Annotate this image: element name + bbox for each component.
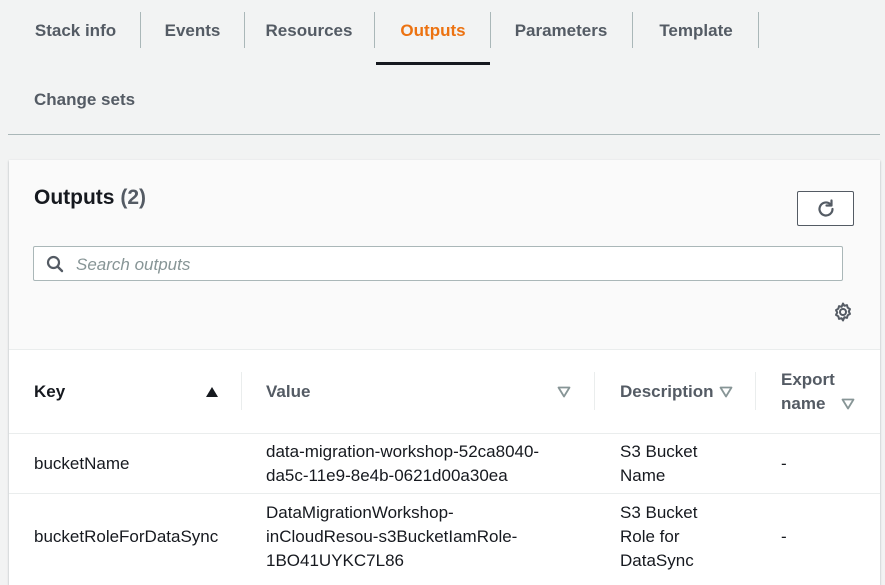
tab-divider [244, 12, 245, 48]
cell-value-line: 1BO41UYKC7L86 [266, 551, 404, 570]
tab-template[interactable]: Template [652, 0, 740, 62]
sort-descending-icon [841, 398, 855, 410]
column-divider [755, 372, 756, 410]
cell-value-line: data-migration-workshop-52ca8040- [266, 442, 540, 461]
cell-export-name: - [781, 454, 787, 473]
tab-resources[interactable]: Resources [264, 0, 354, 62]
header-divider [9, 433, 880, 434]
outputs-panel: Outputs (2) Key [9, 160, 880, 585]
cell-description-line: S3 Bucket [620, 442, 698, 461]
tab-events[interactable]: Events [160, 0, 225, 62]
search-field[interactable] [33, 246, 843, 281]
cell-description-line: Name [620, 466, 666, 485]
sort-descending-icon [719, 386, 733, 398]
tab-parameters[interactable]: Parameters [510, 0, 612, 62]
column-header-description[interactable]: Description [620, 350, 755, 434]
cell-description: S3 Bucket Name [620, 440, 698, 488]
tab-divider [140, 12, 141, 48]
tab-divider [758, 12, 759, 48]
tab-divider [374, 12, 375, 48]
column-header-key[interactable]: Key [34, 350, 234, 434]
cell-key: bucketRoleForDataSync [34, 527, 219, 546]
panel-title-text: Outputs [34, 186, 115, 209]
column-label-export-name: Export name [781, 370, 835, 413]
search-icon [46, 255, 64, 273]
cell-description: S3 Bucket Role for DataSync [620, 501, 698, 573]
column-label-key: Key [34, 382, 66, 401]
column-header-export-name[interactable]: Export name [781, 350, 876, 434]
cell-value-line: da5c-11e9-8e4b-0621d00a30ea [266, 466, 508, 485]
panel-title: Outputs (2) [34, 186, 146, 210]
cell-value: data-migration-workshop-52ca8040- da5c-1… [266, 440, 539, 488]
column-label-description: Description [620, 382, 714, 401]
sort-ascending-icon [206, 387, 218, 397]
cell-value-line: inCloudResou-s3BucketIamRole- [266, 527, 518, 546]
cell-description-line: DataSync [620, 551, 694, 570]
tab-stack-info[interactable]: Stack info [34, 0, 117, 62]
tab-bar: Stack info Events Resources Outputs Para… [0, 0, 885, 66]
column-header-value[interactable]: Value [266, 350, 576, 434]
tab-change-sets[interactable]: Change sets [34, 88, 135, 112]
tab-bar-row-2: Change sets [34, 88, 135, 112]
cell-value-line: DataMigrationWorkshop- [266, 503, 454, 522]
cell-value: DataMigrationWorkshop- inCloudResou-s3Bu… [266, 501, 517, 573]
search-input[interactable] [74, 250, 828, 279]
tabs-divider [8, 134, 880, 135]
cell-export-name: - [781, 527, 787, 546]
column-divider [241, 372, 242, 410]
output-count: (2) [120, 186, 146, 209]
column-divider [594, 372, 595, 410]
tab-outputs[interactable]: Outputs [376, 0, 490, 65]
row-divider [9, 493, 880, 494]
cell-description-line: Role for [620, 527, 680, 546]
tab-divider [490, 12, 491, 48]
column-label-value: Value [266, 382, 311, 401]
cell-key: bucketName [34, 454, 130, 473]
gear-icon[interactable] [832, 301, 854, 323]
refresh-button[interactable] [797, 191, 854, 226]
refresh-icon [817, 198, 834, 217]
cell-description-line: S3 Bucket [620, 503, 698, 522]
tab-divider [632, 12, 633, 48]
sort-descending-icon [557, 386, 571, 398]
panel-header: Outputs (2) [9, 160, 880, 350]
